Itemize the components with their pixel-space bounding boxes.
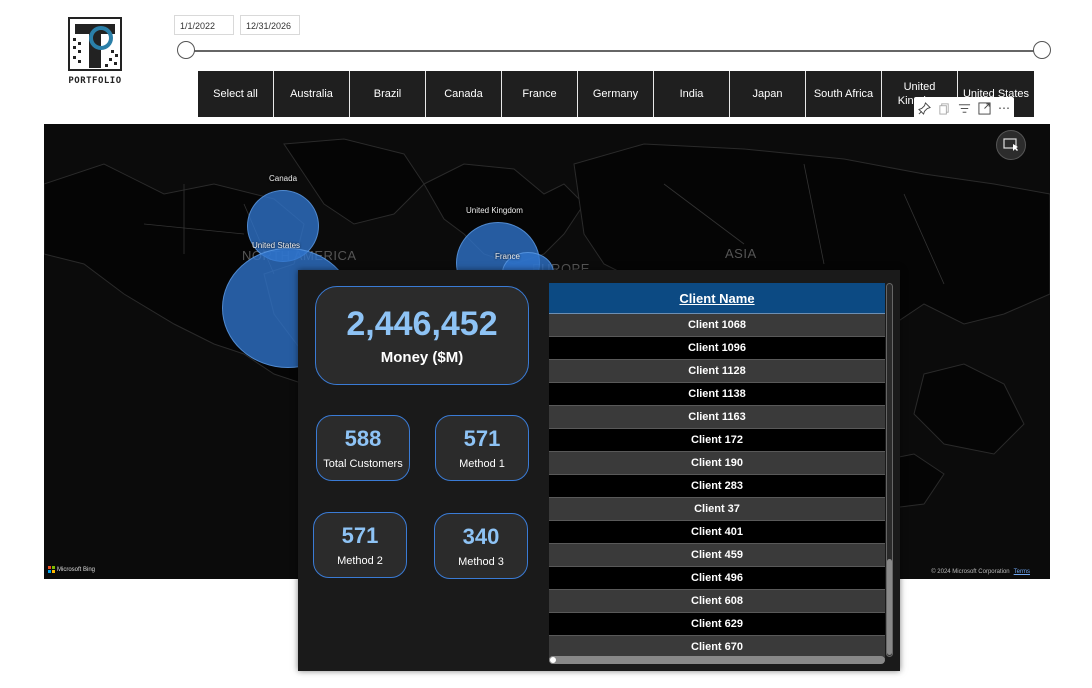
total-customers-card: 588 Total Customers <box>316 415 410 481</box>
country-tile-japan[interactable]: Japan <box>730 71 806 117</box>
method1-label: Method 1 <box>459 458 505 470</box>
method1-value: 571 <box>463 426 501 451</box>
total-customers-value: 588 <box>344 426 382 451</box>
bing-attribution: Microsoft Bing <box>48 566 95 573</box>
method2-value: 571 <box>341 523 379 548</box>
money-label: Money ($M) <box>380 349 464 366</box>
bing-label: Microsoft Bing <box>57 566 96 573</box>
client-table: Client Name Client 1068 Client 1096 Clie… <box>549 283 885 664</box>
country-tile-australia[interactable]: Australia <box>274 71 350 117</box>
table-row[interactable]: Client 283 <box>549 475 885 498</box>
select-cursor-icon <box>1003 138 1018 151</box>
logo-text: PORTFOLIO <box>68 76 122 86</box>
map-label-united-states: United States <box>252 241 301 250</box>
table-row[interactable]: Client 1068 <box>549 314 885 337</box>
total-customers-label: Total Customers <box>323 458 403 470</box>
map-label-canada: Canada <box>269 174 298 183</box>
country-tile-brazil[interactable]: Brazil <box>350 71 426 117</box>
country-tile-select-all[interactable]: Select all <box>198 71 274 117</box>
method3-value: 340 <box>462 524 500 549</box>
continent-label-asia: ASIA <box>725 246 757 261</box>
table-row[interactable]: Client 401 <box>549 521 885 544</box>
table-row[interactable]: Client 608 <box>549 590 885 613</box>
focus-mode-icon[interactable] <box>974 97 994 119</box>
table-row[interactable]: Client 1163 <box>549 406 885 429</box>
kpi-overlay-panel: 2,446,452 Money ($M) 588 Total Customers… <box>298 270 900 671</box>
table-row[interactable]: Client 37 <box>549 498 885 521</box>
copy-icon[interactable] <box>934 97 954 119</box>
pin-icon[interactable] <box>914 97 934 119</box>
method3-label: Method 3 <box>458 556 504 568</box>
more-options-icon[interactable]: ⋯ <box>994 97 1014 119</box>
map-label-france: France <box>495 252 520 261</box>
country-slicer: Select all Australia Brazil Canada Franc… <box>198 71 1034 117</box>
table-row[interactable]: Client 190 <box>549 452 885 475</box>
date-range-end-handle[interactable] <box>1033 41 1051 59</box>
table-row[interactable]: Client 172 <box>549 429 885 452</box>
table-row[interactable]: Client 459 <box>549 544 885 567</box>
client-name-column-header[interactable]: Client Name <box>549 283 885 314</box>
money-value: 2,446,452 <box>346 305 498 343</box>
table-row[interactable]: Client 1096 <box>549 337 885 360</box>
method2-card: 571 Method 2 <box>313 512 407 578</box>
map-select-tool-button[interactable] <box>996 130 1026 160</box>
table-row[interactable]: Client 1138 <box>549 383 885 406</box>
vertical-scroll-thumb[interactable] <box>887 559 892 655</box>
date-range-track[interactable] <box>186 50 1042 52</box>
table-vertical-scrollbar[interactable] <box>886 283 893 657</box>
copyright-text: © 2024 Microsoft Corporation <box>931 569 1010 575</box>
method2-label: Method 2 <box>337 555 383 567</box>
visual-header-toolbar: ⋯ <box>914 97 1014 119</box>
country-tile-india[interactable]: India <box>654 71 730 117</box>
microsoft-logo-icon <box>48 566 55 573</box>
method1-card: 571 Method 1 <box>435 415 529 481</box>
country-tile-germany[interactable]: Germany <box>578 71 654 117</box>
table-horizontal-scrollbar[interactable] <box>549 656 885 664</box>
map-label-united-kingdom: United Kingdom <box>466 206 523 215</box>
table-row[interactable]: Client 629 <box>549 613 885 636</box>
country-tile-south-africa[interactable]: South Africa <box>806 71 882 117</box>
filter-icon[interactable] <box>954 97 974 119</box>
map-copyright: © 2024 Microsoft Corporation Terms <box>931 569 1030 575</box>
portfolio-logo: PORTFOLIO <box>64 14 126 90</box>
country-tile-canada[interactable]: Canada <box>426 71 502 117</box>
table-row[interactable]: Client 1128 <box>549 360 885 383</box>
start-date-input[interactable]: 1/1/2022 <box>174 15 234 35</box>
terms-link[interactable]: Terms <box>1014 569 1030 575</box>
client-table-body: Client 1068 Client 1096 Client 1128 Clie… <box>549 314 885 659</box>
method3-card: 340 Method 3 <box>434 513 528 579</box>
money-card: 2,446,452 Money ($M) <box>315 286 529 385</box>
date-range-start-handle[interactable] <box>177 41 195 59</box>
table-row[interactable]: Client 496 <box>549 567 885 590</box>
portfolio-logo-mark <box>68 17 122 71</box>
horizontal-scroll-thumb[interactable] <box>549 656 557 664</box>
country-tile-france[interactable]: France <box>502 71 578 117</box>
end-date-input[interactable]: 12/31/2026 <box>240 15 300 35</box>
